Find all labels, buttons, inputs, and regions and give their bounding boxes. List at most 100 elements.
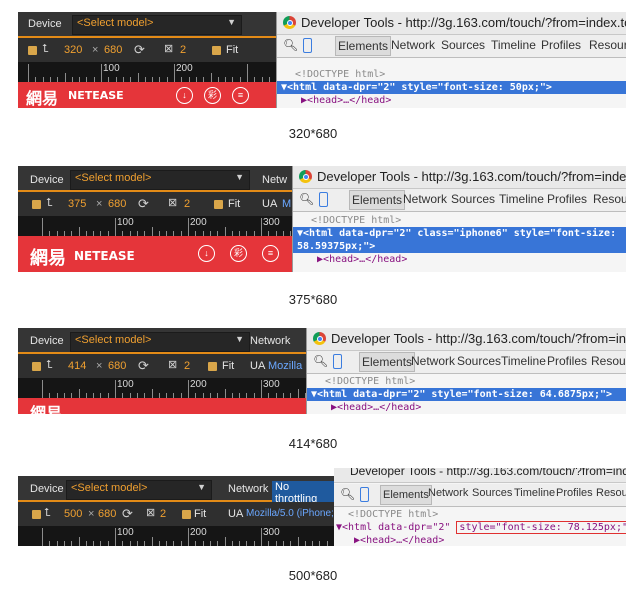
ua-label: UA [262,198,278,210]
ruler-tick [188,528,189,546]
ruler-tick [174,64,175,82]
tab-timeline[interactable]: Timeline [501,354,546,368]
height-field[interactable]: 680 [108,197,126,211]
rotate-arrow-icon: ⮤ [42,43,49,55]
code-line-head[interactable]: ▶<head>…</head> [334,534,626,546]
tab-profiles[interactable]: Profiles [541,38,581,52]
width-field[interactable]: 320 [64,43,82,57]
code-line-head[interactable]: ▶<head>…</head> [277,94,626,107]
device-label: Device [28,18,62,30]
device-mode-icon[interactable] [360,487,369,502]
search-icon[interactable]: 🔍︎ [313,354,328,368]
code-line-html[interactable]: ▼<html data-dpr="2" style="font-size: 50… [277,81,626,94]
ruler-tick [42,218,43,236]
color-icon[interactable]: 彩 [230,245,247,262]
tab-elements[interactable]: Elements [380,485,432,505]
height-field[interactable]: 680 [104,43,122,57]
checkbox-icon[interactable] [32,362,41,371]
menu-icon[interactable]: ≡ [232,87,249,104]
device-mode-icon[interactable] [319,192,328,207]
code-line-html[interactable]: ▼<html data-dpr="2" class="iphone6" styl… [293,227,626,240]
tab-sources[interactable]: Sources [451,192,495,206]
tab-network[interactable]: Network [403,192,447,206]
ruler-tick [261,218,262,236]
ruler: 100 200 300 [18,216,292,236]
dpr-field[interactable]: 2 [180,43,186,57]
ruler-tick [210,73,212,82]
ruler-label: 100 [117,379,134,390]
fit-checkbox[interactable] [208,362,217,371]
tab-sources[interactable]: Sources [457,354,501,368]
tab-resources[interactable]: Resour [596,487,626,499]
download-icon[interactable]: ↓ [176,87,193,104]
dpr-icon: ⊠ [164,43,174,55]
dpr-field[interactable]: 2 [184,197,190,211]
tab-network[interactable]: Network [428,487,468,499]
ua-label: UA [228,508,244,520]
tab-elements[interactable]: Elements [349,190,406,210]
tab-profiles[interactable]: Profiles [556,487,593,499]
width-field[interactable]: 375 [68,197,86,211]
device-mode-icon[interactable] [303,38,312,53]
code-line-head[interactable]: ▶<head>…</head> [293,253,626,266]
code-line-head[interactable]: ▶<head>…</head> [307,401,626,414]
code-line-html[interactable]: ▼<html data-dpr="2" style="font-size: 64… [307,388,626,401]
search-icon[interactable]: 🔍︎ [283,38,298,52]
ruler-tick [224,389,226,398]
checkbox-icon[interactable] [32,200,41,209]
tab-timeline[interactable]: Timeline [514,487,555,499]
ua-value[interactable]: M [282,197,291,211]
model-select[interactable]: <Select model> ▼ [70,332,250,352]
fit-checkbox[interactable] [212,46,221,55]
tab-resources[interactable]: Resour [591,354,626,368]
code-line-html-cont[interactable]: 58.59375px;"> [293,240,626,253]
swap-dimensions-icon[interactable]: ⟳ [134,42,145,58]
code-line-doctype: <!DOCTYPE html> [348,509,439,520]
tab-resources[interactable]: Resour [589,38,626,52]
tab-elements[interactable]: Elements [359,352,416,372]
model-select[interactable]: <Select model> ▼ [70,170,250,190]
fit-checkbox[interactable] [182,510,191,519]
device-toolbar: Device <Select model> ▼ ⮤ 320 × 680 ⟳ ⊠ 2… [18,12,276,108]
menu-icon[interactable]: ≡ [262,245,279,262]
width-field[interactable]: 500 [64,507,82,521]
screenshot-500: Device <Select model> ▼ Network No thrott… [18,468,626,546]
tab-profiles[interactable]: Profiles [547,354,587,368]
download-icon[interactable]: ↓ [198,245,215,262]
tab-network[interactable]: Network [411,354,455,368]
code-line-html[interactable]: ▼<html data-dpr="2" style="font-size: 78… [334,521,626,534]
tab-timeline[interactable]: Timeline [499,192,544,206]
search-icon[interactable]: 🔍︎ [340,487,355,501]
fit-checkbox[interactable] [214,200,223,209]
swap-dimensions-icon[interactable]: ⟳ [122,506,133,522]
ruler-tick [247,64,248,82]
swap-dimensions-icon[interactable]: ⟳ [138,196,149,212]
model-select[interactable]: <Select model> ▼ [72,15,242,35]
network-label[interactable]: Netw [262,173,287,187]
height-field[interactable]: 680 [98,507,116,521]
dpr-field[interactable]: 2 [160,507,166,521]
device-mode-icon[interactable] [333,354,342,369]
width-field[interactable]: 414 [68,359,86,373]
model-select[interactable]: <Select model> ▼ [66,480,212,500]
tab-elements[interactable]: Elements [335,36,392,56]
swap-dimensions-icon[interactable]: ⟳ [138,358,149,374]
window-title: Developer Tools - http://3g.163.com/touc… [350,468,626,478]
tab-timeline[interactable]: Timeline [491,38,536,52]
ua-value[interactable]: Mozilla/5.0 (iPhone; [246,507,334,521]
network-label[interactable]: Network [250,334,290,348]
tab-network[interactable]: Network [391,38,435,52]
checkbox-icon[interactable] [28,46,37,55]
color-icon[interactable]: 彩 [204,87,221,104]
network-label[interactable]: Network [228,482,268,496]
tab-sources[interactable]: Sources [472,487,512,499]
height-field[interactable]: 680 [108,359,126,373]
search-icon[interactable]: 🔍︎ [299,192,314,206]
dpr-field[interactable]: 2 [184,359,190,373]
tab-sources[interactable]: Sources [441,38,485,52]
tab-profiles[interactable]: Profiles [547,192,587,206]
tab-resources[interactable]: Resour [593,192,626,206]
ua-value[interactable]: Mozilla [268,359,302,373]
window-title: Developer Tools - http://3g.163.com/touc… [317,169,626,184]
checkbox-icon[interactable] [32,510,41,519]
